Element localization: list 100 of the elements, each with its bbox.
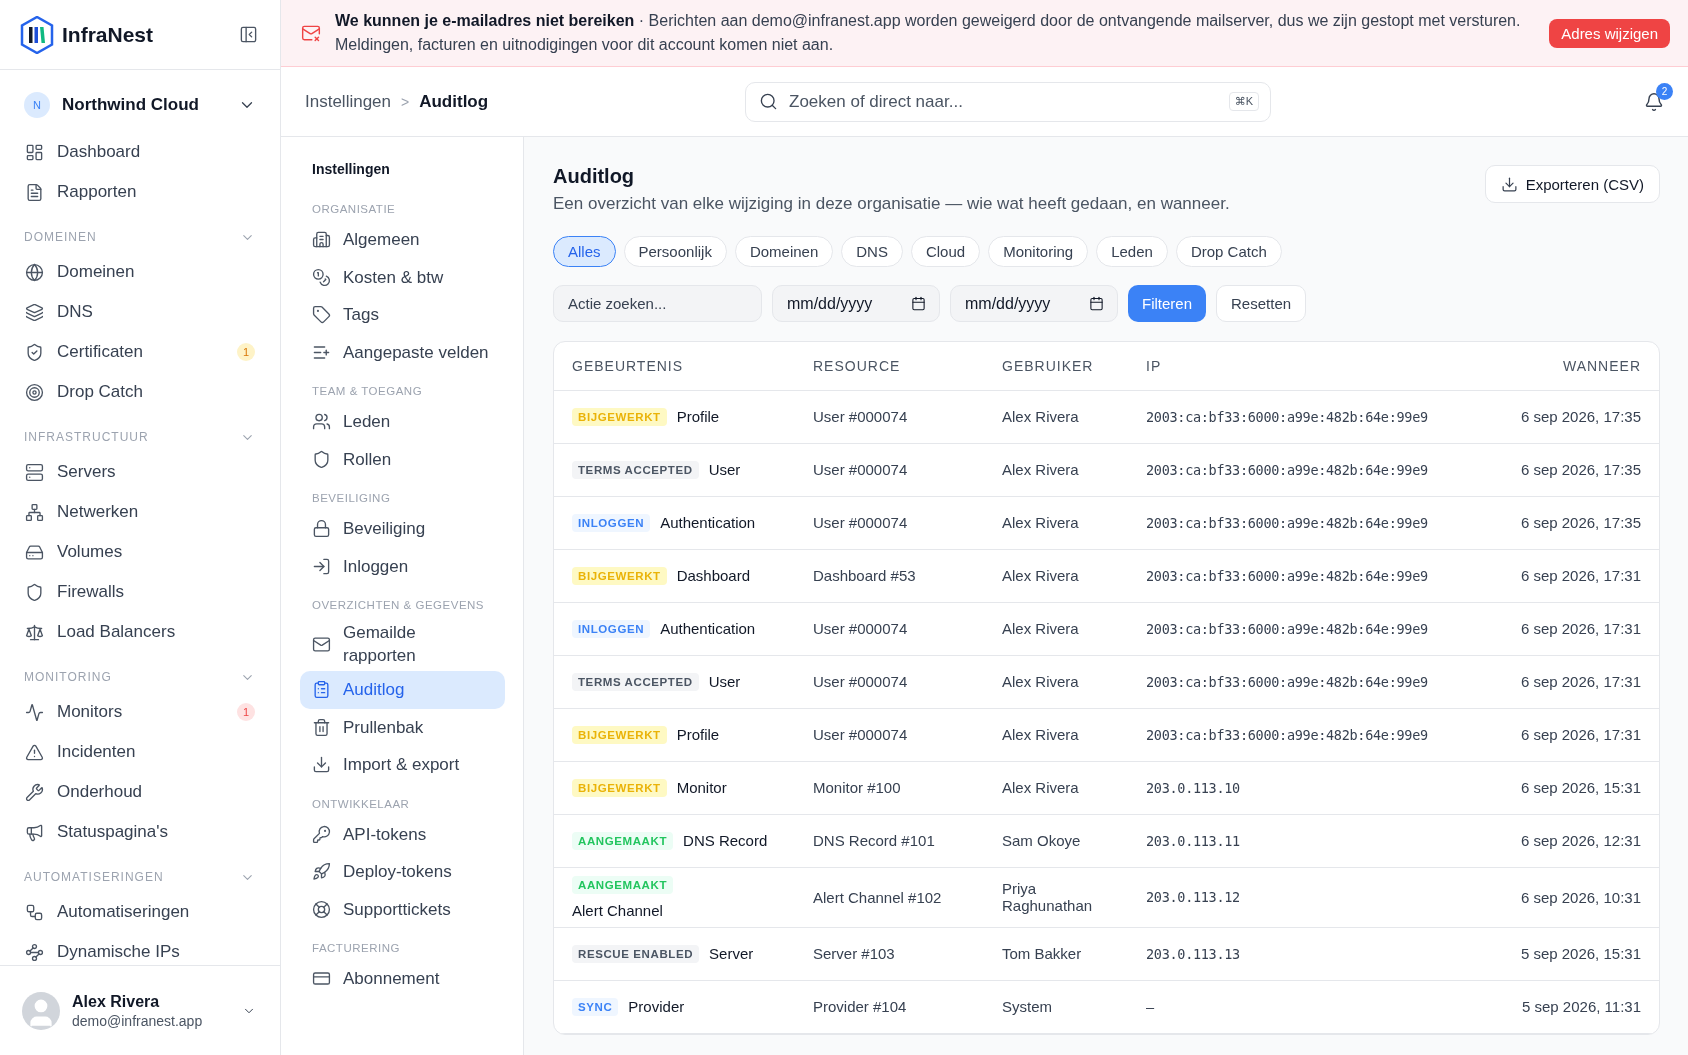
- sidebar-item[interactable]: Incidenten: [14, 732, 266, 772]
- event-name: User: [708, 673, 741, 690]
- breadcrumb-link[interactable]: Instellingen: [305, 91, 391, 112]
- shield-check-icon: [25, 342, 44, 362]
- settings-item[interactable]: Import & export: [300, 746, 505, 784]
- table-cell: User #000074: [795, 496, 984, 549]
- table-cell: User #000074: [795, 708, 984, 761]
- sidebar-item[interactable]: Onderhoud: [14, 772, 266, 812]
- users-icon: [312, 412, 331, 432]
- table-cell: 6 sep 2026, 17:31: [1488, 655, 1659, 708]
- sidebar-item[interactable]: Statuspagina's: [14, 812, 266, 852]
- table-cell: Dashboard #53: [795, 549, 984, 602]
- scale-icon: [25, 622, 44, 642]
- table-cell: 6 sep 2026, 17:31: [1488, 708, 1659, 761]
- network-icon: [25, 502, 44, 522]
- table-cell: Alex Rivera: [984, 708, 1128, 761]
- settings-item[interactable]: Beveiliging: [300, 510, 505, 548]
- sidebar-item[interactable]: Netwerken: [14, 492, 266, 532]
- breadcrumb-link[interactable]: Auditlog: [419, 91, 489, 112]
- download-icon: [1500, 175, 1518, 193]
- settings-item[interactable]: Kosten & btw: [300, 258, 505, 296]
- table-cell: User #000074: [795, 655, 984, 708]
- group-title: OVERZICHTEN & GEGEVENS: [311, 598, 486, 613]
- filter-chip[interactable]: Monitoring: [988, 236, 1089, 267]
- sidebar-item[interactable]: Domeinen: [14, 252, 266, 292]
- filter-chip[interactable]: DNS: [841, 236, 903, 267]
- search-icon: [759, 91, 778, 111]
- settings-item[interactable]: Leden: [300, 403, 505, 441]
- sidebar-item[interactable]: Load Balancers: [14, 612, 266, 652]
- tag-icon: [312, 305, 331, 325]
- sidebar-item[interactable]: Volumes: [14, 532, 266, 572]
- clipboard-icon: [312, 680, 331, 700]
- table-cell: 5 sep 2026, 11:31: [1488, 980, 1659, 1033]
- notification-badge: 2: [1656, 82, 1673, 100]
- settings-item[interactable]: Aangepaste velden: [300, 333, 505, 371]
- column-header: RESOURCE: [795, 342, 984, 390]
- settings-item[interactable]: Inloggen: [300, 547, 505, 585]
- sidebar-item[interactable]: DNS: [14, 292, 266, 332]
- download-icon: [312, 755, 331, 775]
- event-name: DNS Record: [683, 832, 768, 849]
- settings-item[interactable]: Rollen: [300, 440, 505, 478]
- table-cell: 2003:ca:bf33:6000:a99e:482b:64e:99e9: [1128, 602, 1488, 655]
- filter-chip[interactable]: Domeinen: [734, 236, 834, 267]
- group-title: BEVEILIGING: [311, 491, 392, 506]
- event-tag: TERMS ACCEPTED: [572, 672, 699, 691]
- table-cell: Alex Rivera: [984, 655, 1128, 708]
- table-cell: 203.0.113.12: [1128, 867, 1488, 927]
- settings-title: Instellingen: [311, 161, 391, 179]
- table-cell: Alert Channel #102: [795, 867, 984, 927]
- filter-button[interactable]: Filteren: [1128, 285, 1207, 322]
- event-tag: BIJGEWERKT: [572, 407, 667, 426]
- reset-button[interactable]: Resetten: [1216, 285, 1307, 322]
- filter-chip[interactable]: Drop Catch: [1175, 236, 1282, 267]
- waypoints-icon: [25, 942, 44, 962]
- settings-item[interactable]: Deploy-tokens: [300, 853, 505, 891]
- sidebar-item[interactable]: Servers: [14, 452, 266, 492]
- sidebar-item[interactable]: Dashboard: [14, 132, 266, 172]
- workflow-icon: [25, 902, 44, 922]
- group-title: ORGANISATIE: [311, 202, 397, 217]
- settings-item[interactable]: Algemeen: [300, 221, 505, 259]
- filter-chip[interactable]: Leden: [1096, 236, 1168, 267]
- megaphone-icon: [25, 822, 44, 842]
- count-badge: 1: [237, 703, 255, 721]
- settings-item[interactable]: Auditlog: [300, 671, 505, 709]
- filter-chip[interactable]: Persoonlijk: [623, 236, 727, 267]
- settings-item[interactable]: API-tokens: [300, 815, 505, 853]
- sidebar-item[interactable]: Monitors 1: [14, 692, 266, 732]
- wrench-icon: [25, 782, 44, 802]
- server-icon: [25, 462, 44, 482]
- layers-icon: [25, 302, 44, 322]
- date-field[interactable]: mm/dd/yyyy: [950, 285, 1118, 322]
- table-cell: 6 sep 2026, 10:31: [1488, 867, 1659, 927]
- settings-item[interactable]: Prullenbak: [300, 708, 505, 746]
- calendar-icon: [911, 296, 926, 311]
- key-icon: [312, 824, 331, 844]
- settings-item[interactable]: Gemailde rapporten: [300, 617, 505, 671]
- sidebar-item[interactable]: Dynamische IPs: [14, 932, 266, 965]
- sidebar-item[interactable]: Automatiseringen: [14, 892, 266, 932]
- filter-chip[interactable]: Alles: [553, 236, 616, 267]
- event-tag: SYNC: [572, 997, 619, 1016]
- settings-item[interactable]: Abonnement: [300, 960, 505, 998]
- event-tag: INLOGGEN: [572, 513, 651, 532]
- column-header: WANNEER: [1488, 342, 1659, 390]
- action-search-field[interactable]: Actie zoeken...: [553, 285, 762, 322]
- filter-chip[interactable]: Cloud: [910, 236, 981, 267]
- export-button[interactable]: Exporteren (CSV): [1484, 165, 1660, 203]
- sidebar-item[interactable]: Rapporten: [14, 172, 266, 212]
- table-cell: 6 sep 2026, 12:31: [1488, 814, 1659, 867]
- sidebar-item[interactable]: Drop Catch: [14, 372, 266, 412]
- organization-switcher[interactable]: N Northwind Cloud: [14, 86, 266, 124]
- target-icon: [25, 382, 44, 402]
- settings-item[interactable]: Tags: [300, 296, 505, 334]
- date-field[interactable]: mm/dd/yyyy: [772, 285, 940, 322]
- event-tag: TERMS ACCEPTED: [572, 460, 699, 479]
- sidebar-item[interactable]: Certificaten 1: [14, 332, 266, 372]
- table-cell: Provider #104: [795, 980, 984, 1033]
- settings-item[interactable]: Supporttickets: [300, 890, 505, 928]
- table-cell: 6 sep 2026, 17:35: [1488, 496, 1659, 549]
- change-address-button[interactable]: Adres wijzigen: [1549, 18, 1670, 48]
- sidebar-item[interactable]: Firewalls: [14, 572, 266, 612]
